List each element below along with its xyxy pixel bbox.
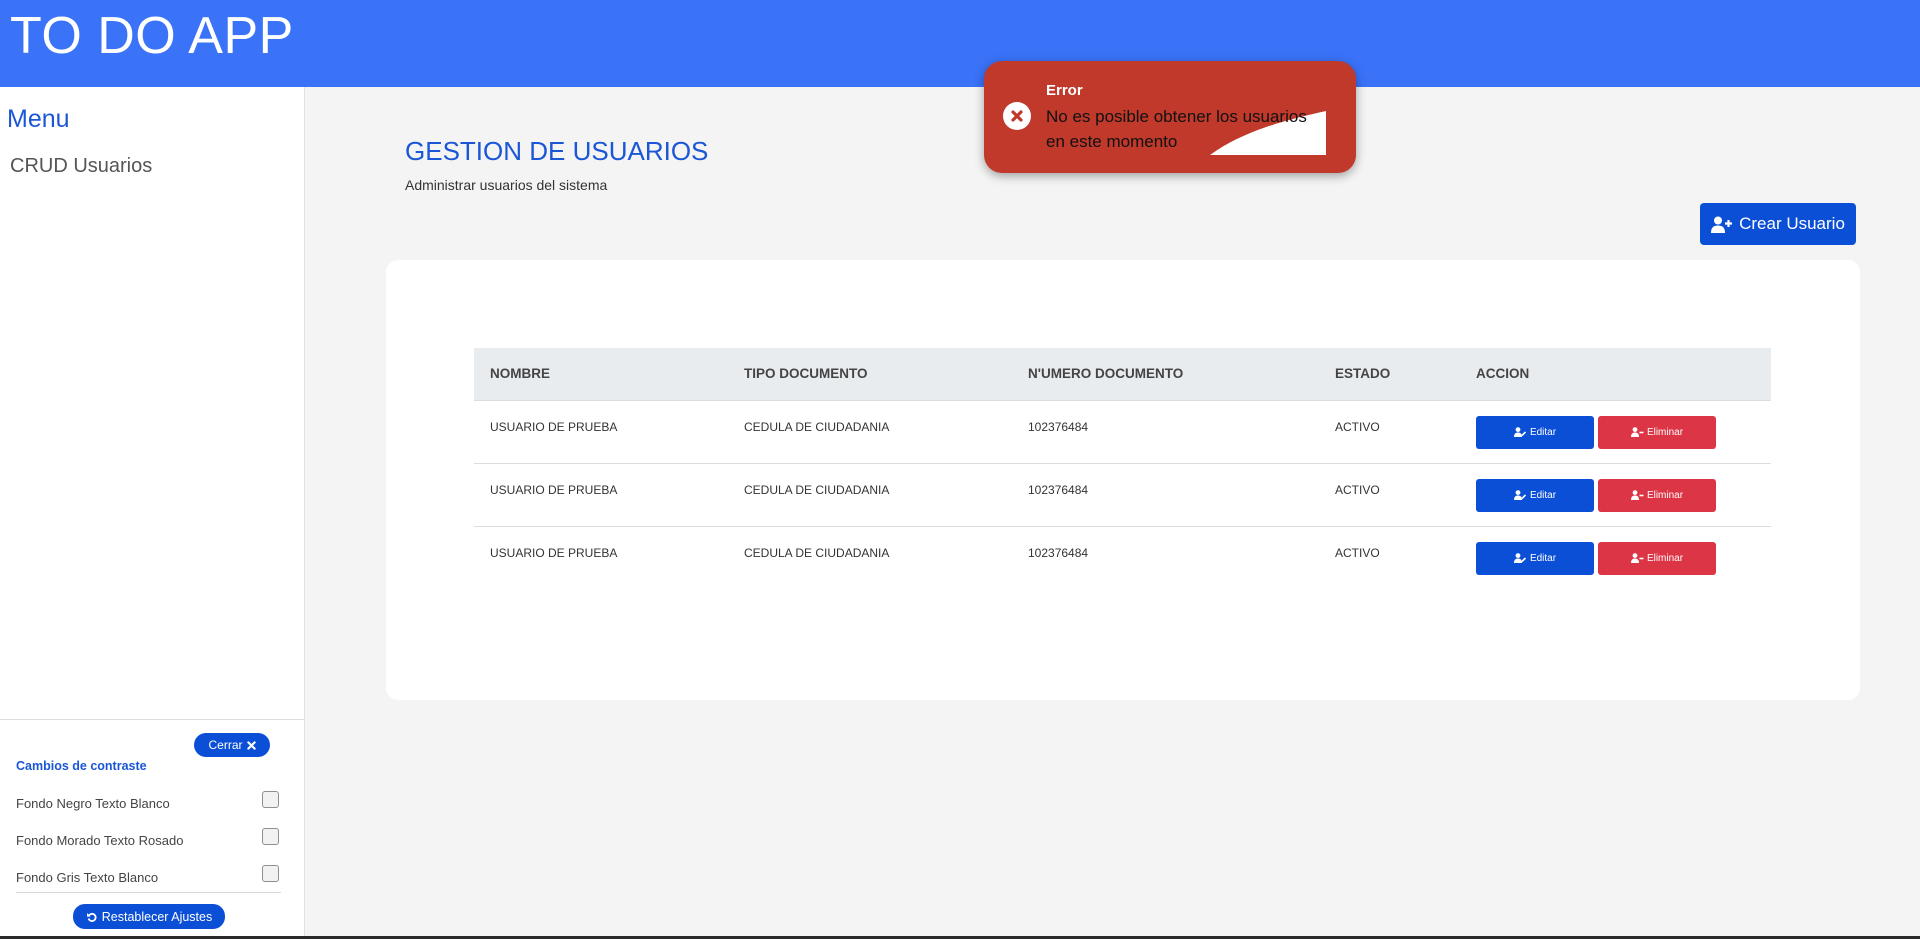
table-row: USUARIO DE PRUEBA CEDULA DE CIUDADANIA 1…	[474, 463, 1771, 527]
create-user-label: Crear Usuario	[1739, 214, 1845, 233]
error-x-circle-icon	[1003, 102, 1031, 130]
cell-estado: ACTIVO	[1335, 545, 1380, 560]
menu-title: Menu	[7, 105, 70, 133]
page-title: GESTION DE USUARIOS	[405, 136, 709, 166]
toast-title: Error	[1046, 82, 1083, 99]
app-title: TO DO APP	[10, 7, 294, 65]
cell-estado: ACTIVO	[1319, 463, 1460, 527]
table-row: USUARIO DE PRUEBA CEDULA DE CIUDADANIA 1…	[474, 526, 1771, 589]
sidebar: Menu CRUD Usuarios Cerrar Cambios de con…	[0, 87, 305, 939]
panel-divider	[16, 892, 281, 893]
option-label-morado: Fondo Morado Texto Rosado	[16, 833, 184, 848]
table-header-row: NOMBRE TIPO DOCUMENTO N'UMERO DOCUMENTO …	[474, 348, 1771, 401]
checkbox-fondo-negro[interactable]	[262, 791, 279, 808]
cell-numero-documento: 102376484	[1012, 463, 1319, 527]
cell-nombre: USUARIO DE PRUEBA	[490, 545, 618, 560]
column-header-estado: ESTADO	[1319, 348, 1460, 401]
column-header-numero-documento: N'UMERO DOCUMENTO	[1012, 348, 1319, 401]
cell-accion: Editar Eliminar	[1460, 400, 1771, 464]
contrast-section-title: Cambios de contraste	[16, 759, 147, 773]
edit-button[interactable]: Editar	[1476, 541, 1594, 575]
close-button[interactable]: Cerrar	[194, 733, 270, 757]
checkbox-fondo-morado[interactable]	[262, 828, 279, 845]
cell-tipo-documento: CEDULA DE CIUDADANIA	[728, 463, 1012, 527]
column-header-nombre: NOMBRE	[474, 348, 728, 401]
close-button-label: Cerrar	[208, 738, 243, 752]
user-minus-icon	[1630, 490, 1644, 500]
option-label-negro: Fondo Negro Texto Blanco	[16, 796, 170, 811]
cell-nombre: USUARIO DE PRUEBA	[474, 400, 728, 464]
users-card: NOMBRE TIPO DOCUMENTO N'UMERO DOCUMENTO …	[386, 260, 1860, 700]
cell-tipo-documento: CEDULA DE CIUDADANIA	[728, 400, 1012, 464]
column-header-accion: ACCION	[1460, 348, 1771, 401]
edit-label: Editar	[1529, 426, 1557, 438]
table-row: USUARIO DE PRUEBA CEDULA DE CIUDADANIA 1…	[474, 400, 1771, 464]
page-subtitle: Administrar usuarios del sistema	[405, 177, 608, 193]
delete-button[interactable]: Eliminar	[1598, 415, 1716, 449]
create-user-button[interactable]: Crear Usuario	[1700, 203, 1856, 245]
error-toast[interactable]: Error No es posible obtener los usuarios…	[984, 61, 1356, 173]
reset-settings-label: Restablecer Ajustes	[101, 909, 213, 924]
app-header: TO DO APP	[0, 0, 1920, 87]
accessibility-panel: Cerrar Cambios de contraste Fondo Negro …	[0, 719, 305, 939]
delete-button[interactable]: Eliminar	[1598, 541, 1716, 575]
cell-tipo-documento: CEDULA DE CIUDADANIA	[744, 545, 890, 560]
reset-settings-button[interactable]: Restablecer Ajustes	[73, 904, 225, 929]
edit-label: Editar	[1529, 552, 1557, 564]
edit-button[interactable]: Editar	[1476, 415, 1594, 449]
user-plus-icon	[1711, 216, 1733, 233]
toast-message: No es posible obtener los usuarios en es…	[1046, 107, 1307, 151]
cell-accion: Editar Eliminar	[1460, 526, 1771, 589]
cell-nombre: USUARIO DE PRUEBA	[474, 463, 728, 527]
user-minus-icon	[1630, 427, 1644, 437]
undo-icon	[86, 911, 98, 923]
delete-label: Eliminar	[1646, 489, 1684, 501]
edit-label: Editar	[1529, 489, 1557, 501]
user-minus-icon	[1630, 553, 1644, 563]
delete-button[interactable]: Eliminar	[1598, 478, 1716, 512]
sidebar-item-crud-usuarios[interactable]: CRUD Usuarios	[10, 155, 152, 178]
cell-numero-documento: 102376484	[1012, 400, 1319, 464]
delete-label: Eliminar	[1646, 552, 1684, 564]
column-header-tipo-documento: TIPO DOCUMENTO	[728, 348, 1012, 401]
cell-numero-documento: 102376484	[1028, 545, 1089, 560]
cell-estado: ACTIVO	[1319, 400, 1460, 464]
user-edit-icon	[1513, 490, 1527, 500]
delete-label: Eliminar	[1646, 426, 1684, 438]
cell-accion: Editar Eliminar	[1460, 463, 1771, 527]
option-label-gris: Fondo Gris Texto Blanco	[16, 870, 159, 885]
user-edit-icon	[1513, 553, 1527, 563]
edit-button[interactable]: Editar	[1476, 478, 1594, 512]
close-x-icon	[246, 740, 256, 750]
checkbox-fondo-gris[interactable]	[262, 865, 279, 882]
users-table: NOMBRE TIPO DOCUMENTO N'UMERO DOCUMENTO …	[474, 348, 1771, 589]
user-edit-icon	[1513, 427, 1527, 437]
